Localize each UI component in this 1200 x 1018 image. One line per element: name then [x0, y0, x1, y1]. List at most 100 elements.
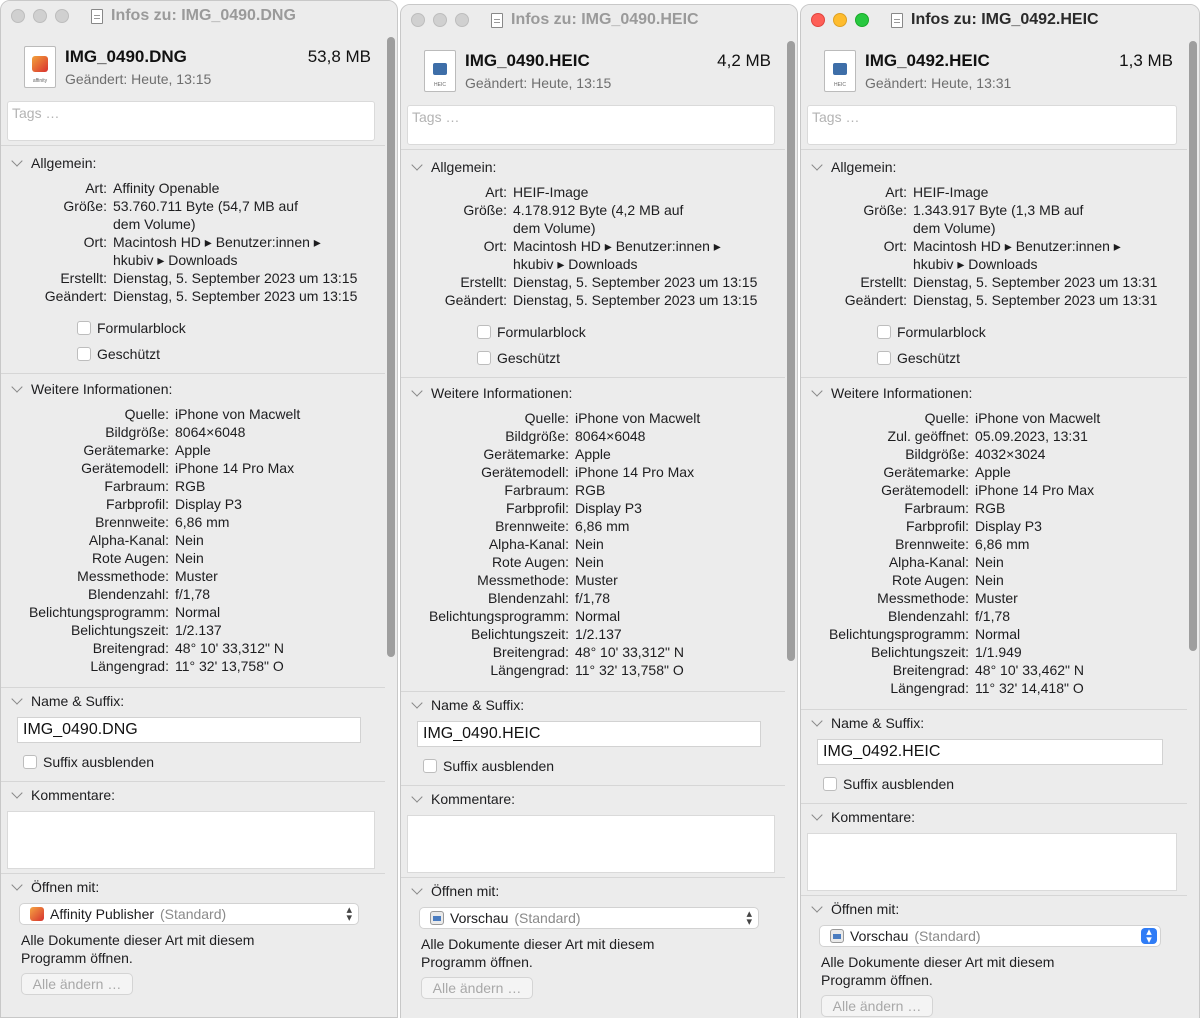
checkbox-box[interactable]: [423, 759, 437, 773]
comments-textarea[interactable]: [7, 811, 375, 869]
section-name-toggle[interactable]: Name & Suffix:: [401, 695, 785, 715]
section-comments-toggle[interactable]: Kommentare:: [801, 807, 1187, 827]
close-button[interactable]: [811, 13, 825, 27]
checkbox-box[interactable]: [477, 351, 491, 365]
geschuetzt-checkbox[interactable]: Geschützt: [877, 345, 1187, 371]
more-info-key: Längengrad:: [890, 680, 969, 696]
general-row: Art: HEIF-Image: [401, 183, 785, 201]
comments-textarea[interactable]: [807, 833, 1177, 891]
checkbox-box[interactable]: [477, 325, 491, 339]
title-bar[interactable]: Infos zu: IMG_0490.HEIC: [401, 5, 797, 35]
checkbox-box[interactable]: [877, 325, 891, 339]
section-open-with-toggle[interactable]: Öffnen mit:: [401, 881, 785, 901]
more-info-row: Bildgröße: 4032×3024: [801, 445, 1187, 463]
more-info-key: Messmethode:: [77, 568, 169, 584]
close-button[interactable]: [11, 9, 25, 23]
close-button[interactable]: [411, 13, 425, 27]
more-info-row: Belichtungsprogramm: Normal: [1, 603, 385, 621]
section-open-with-toggle[interactable]: Öffnen mit:: [1, 877, 385, 897]
section-comments-toggle[interactable]: Kommentare:: [401, 789, 785, 809]
window-title: Infos zu: IMG_0492.HEIC: [891, 11, 1099, 29]
section-general-toggle[interactable]: Allgemein:: [1, 153, 385, 173]
checkbox-box[interactable]: [823, 777, 837, 791]
more-info-key: Belichtungsprogramm:: [428, 608, 569, 624]
hide-suffix-checkbox[interactable]: Suffix ausblenden: [23, 749, 385, 775]
title-bar[interactable]: Infos zu: IMG_0492.HEIC: [801, 5, 1199, 35]
section-comments-title: Kommentare:: [31, 787, 116, 803]
title-bar[interactable]: Infos zu: IMG_0490.DNG: [1, 1, 397, 31]
change-all-button[interactable]: Alle ändern …: [21, 973, 133, 995]
section-comments-toggle[interactable]: Kommentare:: [1, 785, 385, 805]
more-info-row: Blendenzahl: f/1,78: [401, 589, 785, 607]
more-info-value: Nein: [175, 532, 204, 548]
hide-suffix-checkbox[interactable]: Suffix ausblenden: [823, 771, 1187, 797]
zoom-button[interactable]: [55, 9, 69, 23]
chevron-down-icon: [411, 791, 423, 803]
scrollbar[interactable]: [787, 41, 795, 661]
tags-input[interactable]: Tags …: [407, 105, 775, 145]
change-all-button[interactable]: Alle ändern …: [421, 977, 533, 999]
divider: [801, 803, 1187, 804]
more-info-value: 48° 10' 33,312" N: [175, 640, 284, 656]
more-info-row: Brennweite: 6,86 mm: [1, 513, 385, 531]
info-window-img-0492-heic: Infos zu: IMG_0492.HEIC HEIC IMG_0492.HEIC…: [800, 4, 1200, 1018]
file-name-input[interactable]: IMG_0490.DNG: [17, 717, 361, 743]
checkbox-box[interactable]: [877, 351, 891, 365]
more-info-row: Quelle: iPhone von Macwelt: [1, 405, 385, 423]
more-info-key: Messmethode:: [477, 572, 569, 588]
formularblock-checkbox[interactable]: Formularblock: [477, 319, 785, 345]
minimize-button[interactable]: [833, 13, 847, 27]
section-more-info-title: Weitere Informationen:: [31, 381, 173, 397]
file-size: 4,2 MB: [717, 51, 771, 70]
more-info-row: Brennweite: 6,86 mm: [801, 535, 1187, 553]
zoom-button[interactable]: [855, 13, 869, 27]
info-content: HEIC IMG_0492.HEIC 1,3 MB Geändert: Heute, …: [801, 35, 1187, 1018]
open-with-popup[interactable]: Vorschau (Standard) ▴ ▾: [819, 925, 1161, 947]
section-more-info-toggle[interactable]: Weitere Informationen:: [1, 379, 385, 399]
minimize-button[interactable]: [433, 13, 447, 27]
formularblock-checkbox[interactable]: Formularblock: [877, 319, 1187, 345]
geschuetzt-checkbox[interactable]: Geschützt: [477, 345, 785, 371]
geschuetzt-checkbox[interactable]: Geschützt: [77, 341, 385, 367]
file-name-input[interactable]: IMG_0492.HEIC: [817, 739, 1163, 765]
open-with-popup[interactable]: Affinity Publisher (Standard) ▴ ▾: [19, 903, 359, 925]
section-more-info-toggle[interactable]: Weitere Informationen:: [401, 383, 785, 403]
comments-textarea[interactable]: [407, 815, 775, 873]
section-general-title: Allgemein:: [31, 155, 97, 171]
open-with-popup[interactable]: Vorschau (Standard) ▴ ▾: [419, 907, 759, 929]
more-info-row: Belichtungsprogramm: Normal: [801, 625, 1187, 643]
general-row: Größe: 4.178.912 Byte (4,2 MB auf: [401, 201, 785, 219]
section-more-info-toggle[interactable]: Weitere Informationen:: [801, 383, 1187, 403]
more-info-row: Gerätemarke: Apple: [801, 463, 1187, 481]
checkbox-box[interactable]: [23, 755, 37, 769]
zoom-button[interactable]: [455, 13, 469, 27]
updown-chevron-icon: ▴ ▾: [346, 904, 352, 924]
more-info-key: Gerätemodell:: [881, 482, 969, 498]
hide-suffix-checkbox[interactable]: Suffix ausblenden: [423, 753, 785, 779]
hide-suffix-label: Suffix ausblenden: [443, 758, 555, 774]
change-all-button[interactable]: Alle ändern …: [821, 995, 933, 1017]
more-info-value: Nein: [975, 572, 1004, 588]
file-modified: Geändert: Heute, 13:31: [865, 75, 1012, 91]
divider: [401, 377, 785, 378]
general-value: 53.760.711 Byte (54,7 MB auf: [113, 198, 298, 214]
checkbox-box[interactable]: [77, 321, 91, 335]
minimize-button[interactable]: [33, 9, 47, 23]
scrollbar[interactable]: [387, 37, 395, 657]
general-row: Erstellt: Dienstag, 5. September 2023 um …: [1, 269, 385, 287]
more-info-row: Farbprofil: Display P3: [1, 495, 385, 513]
checkbox-box[interactable]: [77, 347, 91, 361]
section-open-with-toggle[interactable]: Öffnen mit:: [801, 899, 1187, 919]
tags-input[interactable]: Tags …: [7, 101, 375, 141]
file-name-input[interactable]: IMG_0490.HEIC: [417, 721, 761, 747]
section-name-toggle[interactable]: Name & Suffix:: [1, 691, 385, 711]
scrollbar[interactable]: [1189, 41, 1197, 651]
section-name-toggle[interactable]: Name & Suffix:: [801, 713, 1187, 733]
formularblock-checkbox[interactable]: Formularblock: [77, 315, 385, 341]
tags-input[interactable]: Tags …: [807, 105, 1177, 145]
general-value: 1.343.917 Byte (1,3 MB auf: [913, 202, 1084, 218]
section-general-toggle[interactable]: Allgemein:: [401, 157, 785, 177]
file-size: 53,8 MB: [307, 47, 371, 66]
more-info-key: Farbprofil:: [905, 518, 969, 534]
section-general-toggle[interactable]: Allgemein:: [801, 157, 1187, 177]
